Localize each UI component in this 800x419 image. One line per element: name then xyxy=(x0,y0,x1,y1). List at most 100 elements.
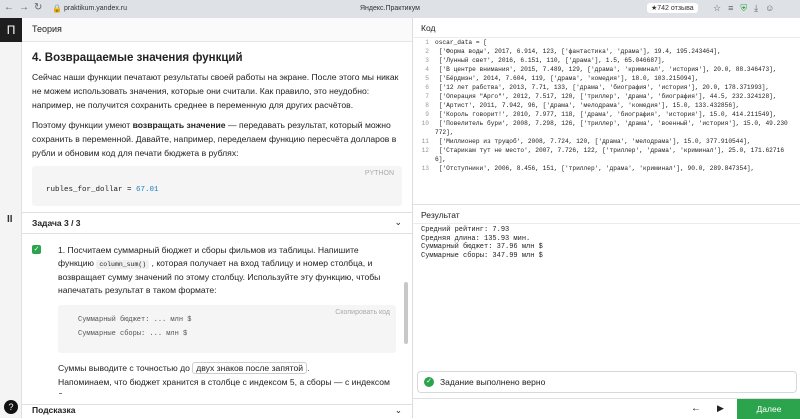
pause-icon[interactable]: II xyxy=(7,214,13,225)
line-number: 3 xyxy=(425,57,429,64)
code-text: ['Старикам тут не место', 2007, 7.726, 1… xyxy=(435,147,785,154)
theory-paragraph: Сейчас наши функции печатают результаты … xyxy=(32,72,399,110)
extensions: ☆ ≡ ⛨ ⤓ ☺ xyxy=(713,3,774,14)
code-text: ['Бёрдмэн', 2014, 7.604, 119, ['драма', … xyxy=(435,75,699,82)
code-line: 2 ['Форма воды', 2017, 6.914, 123, ['фан… xyxy=(413,47,800,56)
text: Поэтому функции умеют xyxy=(32,120,133,130)
forward-arrow-icon[interactable]: → xyxy=(19,3,29,13)
format-line: Суммарный бюджет: ... млн $ xyxy=(78,316,192,324)
copy-code-button[interactable]: Скопировать код xyxy=(335,309,390,316)
result-header: Результат xyxy=(413,204,800,224)
text: Напоминаем, что бюджет хранится в столбц… xyxy=(58,377,390,394)
download-icon[interactable]: ⤓ xyxy=(754,3,758,14)
result-line: Средний рейтинг: 7.93 xyxy=(421,226,510,234)
code-text: ['В центре внимания', 2015, 7.489, 129, … xyxy=(435,66,777,73)
code-header: Код xyxy=(413,18,800,38)
code-line: 6], xyxy=(413,155,800,164)
code-panel: Код 1 oscar_data = [2 ['Форма воды', 2017… xyxy=(412,18,800,419)
inline-code: column_sum() xyxy=(96,260,150,269)
code-text: ['Операция "Арго"', 2012, 7.517, 120, ['… xyxy=(435,93,777,100)
code-line: 4 ['В центре внимания', 2015, 7.489, 129… xyxy=(413,65,800,74)
hint-section[interactable]: Подсказка ⌄ xyxy=(22,404,412,418)
code-number: 67.01 xyxy=(136,186,159,194)
code-text: ['Форма воды', 2017, 6.914, 123, ['фанта… xyxy=(435,48,721,55)
code-editor[interactable]: 1 oscar_data = [2 ['Форма воды', 2017, 6.… xyxy=(413,38,800,204)
result-line: Суммарный бюджет: 37.96 млн $ xyxy=(421,243,543,252)
shield-icon[interactable]: ⛨ xyxy=(740,3,747,14)
line-number: 12 xyxy=(421,147,429,154)
format-line: Суммарные сборы: ... млн $ xyxy=(78,330,188,338)
result-line: Средняя длина: 135.93 мин. xyxy=(421,234,531,243)
code-line: 10 ['Повелитель бури', 2008, 7.298, 126,… xyxy=(413,119,800,128)
line-number: 4 xyxy=(425,66,429,73)
menu-icon[interactable]: ≡ xyxy=(728,3,733,14)
code-line: 772], xyxy=(413,128,800,137)
chevron-down-icon[interactable]: ⌄ xyxy=(394,217,402,228)
back-arrow-icon[interactable]: ← xyxy=(4,3,14,13)
code-text: ['Миллионер из трущоб', 2008, 7.724, 120… xyxy=(435,138,751,145)
theory-content: 4. Возвращаемые значения функций Сейчас … xyxy=(22,42,412,212)
praktikum-logo[interactable]: П xyxy=(0,18,22,42)
bold-term: возвращать значение xyxy=(132,120,226,130)
result-line: Суммарные сборы: 347.99 млн $ xyxy=(421,251,543,260)
line-number: 1 xyxy=(425,39,429,46)
code-text: oscar_data = [ xyxy=(435,39,487,46)
code-example: PYTHON rubles_for_dollar = 67.01 xyxy=(32,166,402,206)
status-text: Задание выполнено верно xyxy=(440,377,546,387)
code-line: 13 ['Отступники', 2006, 8.456, 151, ['тр… xyxy=(413,164,800,173)
code-text: ['12 лет рабства', 2013, 7.71, 133, ['др… xyxy=(435,84,770,91)
code-line: 11 ['Миллионер из трущоб', 2008, 7.724, … xyxy=(413,137,800,146)
code-text: ['Повелитель бури', 2008, 7.298, 126, ['… xyxy=(435,120,788,127)
scrollbar[interactable] xyxy=(404,282,408,344)
text: . xyxy=(307,363,310,373)
checkmark-icon: ✓ xyxy=(424,377,434,387)
help-icon[interactable]: ? xyxy=(4,400,18,414)
code-line: 7 ['Операция "Арго"', 2012, 7.517, 120, … xyxy=(413,92,800,101)
task-note: Суммы выводите с точностью до двух знако… xyxy=(32,361,396,394)
tab-theory[interactable]: Теория xyxy=(22,18,412,42)
code-line: 8 ['Артист', 2011, 7.942, 96, ['драма', … xyxy=(413,101,800,110)
line-number: 10 xyxy=(421,120,429,127)
line-number: 13 xyxy=(421,165,429,172)
next-button[interactable]: Далее xyxy=(737,399,800,419)
code-line: 6 ['12 лет рабства', 2013, 7.71, 133, ['… xyxy=(413,83,800,92)
chevron-down-icon[interactable]: ⌄ xyxy=(395,405,402,416)
task-header[interactable]: Задача 3 / 3 ⌄ xyxy=(22,212,412,234)
code-text: ['Отступники', 2006, 8.456, 151, ['трилл… xyxy=(435,165,755,172)
format-code-block: Скопировать код Суммарный бюджет: ... мл… xyxy=(58,305,396,353)
code-line: 12 ['Старикам тут не место', 2007, 7.726… xyxy=(413,146,800,155)
theory-paragraph-2: Поэтому функции умеют возвращать значени… xyxy=(32,118,402,160)
reload-icon[interactable]: ↻ xyxy=(34,3,42,13)
browser-nav: ← → ↻ xyxy=(4,3,42,13)
bookmark-icon[interactable]: ☆ xyxy=(713,3,721,14)
code-text: 6], xyxy=(435,156,447,163)
result-output: Средний рейтинг: 7.93 Средняя длина: 135.… xyxy=(421,226,543,260)
task-counter: Задача 3 / 3 xyxy=(32,218,81,228)
address-bar[interactable]: praktikum.yandex.ru xyxy=(64,5,127,12)
browser-bar: ← → ↻ 🔒 praktikum.yandex.ru Яндекс.Практ… xyxy=(0,0,800,18)
code-text: ['Король говорит!', 2010, 7.977, 118, ['… xyxy=(435,111,777,118)
side-rail: П II ? xyxy=(0,18,22,418)
line-number: 6 xyxy=(425,84,429,91)
code-line: 5 ['Бёрдмэн', 2014, 7.604, 119, ['драма'… xyxy=(413,74,800,83)
checkmark-icon: ✓ xyxy=(32,245,41,254)
rating-badge[interactable]: ★742 отзыва xyxy=(647,3,698,13)
code-line: rubles_for_dollar = 67.01 xyxy=(46,186,159,194)
code-var: rubles_for_dollar = xyxy=(46,186,137,194)
line-number: 11 xyxy=(421,138,429,145)
hint-label: Подсказка xyxy=(32,405,76,415)
line-number: 9 xyxy=(425,111,429,118)
lesson-panel: Теория 4. Возвращаемые значения функций … xyxy=(22,18,412,418)
code-text: ['Лунный свет', 2016, 6.151, 110, ['драм… xyxy=(435,57,666,64)
highlight-tag: двух знаков после запятой xyxy=(192,362,308,374)
line-number: 2 xyxy=(425,48,429,55)
code-line: 1 oscar_data = [ xyxy=(413,38,800,47)
code-line: 3 ['Лунный свет', 2016, 6.151, 110, ['др… xyxy=(413,56,800,65)
profile-icon[interactable]: ☺ xyxy=(765,3,774,14)
code-text: 772], xyxy=(435,129,454,136)
line-number: 7 xyxy=(425,93,429,100)
text: Суммы выводите с точностью до xyxy=(58,363,193,373)
code-text: ['Артист', 2011, 7.942, 96, ['драма', 'м… xyxy=(435,102,740,109)
play-icon[interactable]: ▶ xyxy=(717,403,724,414)
back-arrow-icon[interactable]: ← xyxy=(691,403,701,414)
